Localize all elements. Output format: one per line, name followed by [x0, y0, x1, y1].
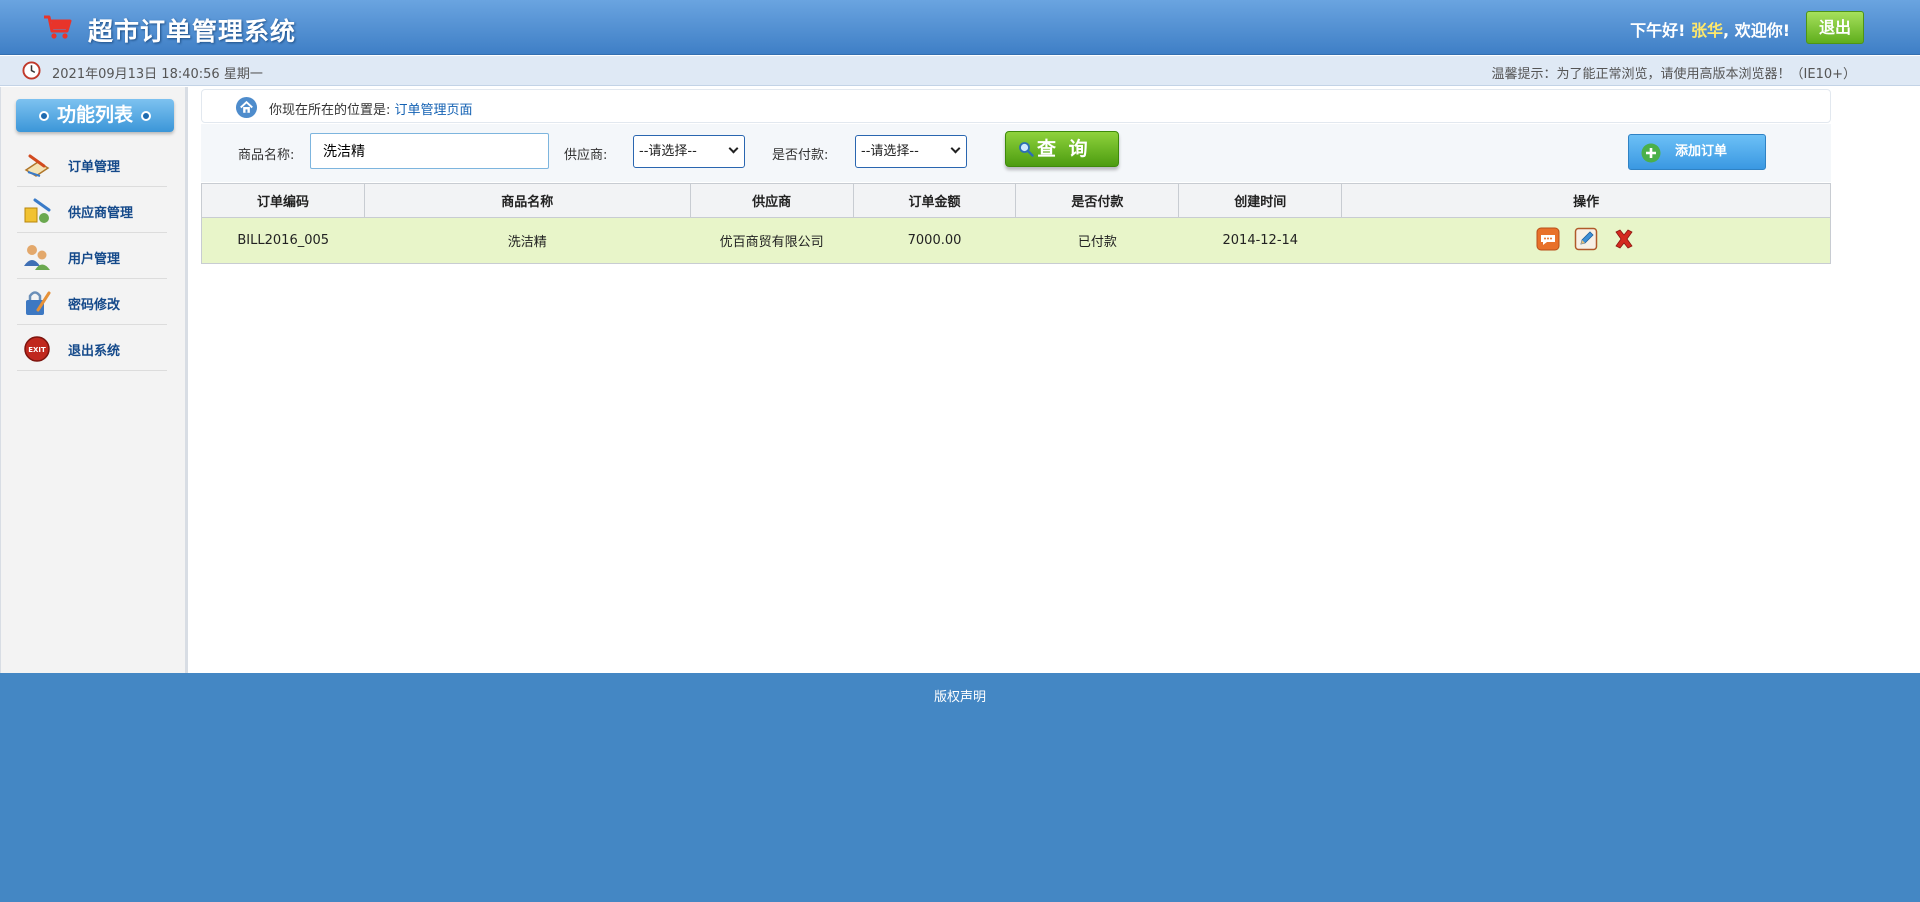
app-title: 超市订单管理系统 [88, 17, 297, 46]
function-list-label: 功能列表 [56, 104, 133, 126]
chevron-down-icon [950, 143, 961, 154]
provider-select[interactable]: --请选择-- [633, 135, 745, 168]
sidebar-item-label: 密码修改 [68, 298, 121, 313]
breadcrumb-prefix: 你现在所在的位置是: [269, 103, 391, 118]
product-name-label: 商品名称: [238, 148, 295, 163]
current-datetime: 2021年09月13日 18:40:56 星期一 [52, 67, 263, 82]
username: 张华 [1691, 21, 1724, 40]
function-menu: 订单管理 供应商管理 用户管理 密码修改 EXIT 退出系统 [17, 141, 167, 371]
cell-order-code: BILL2016_005 [201, 217, 365, 264]
cell-paid-status: 已付款 [1015, 217, 1179, 264]
bullet-icon [141, 110, 151, 121]
cell-provider: 优百商贸有限公司 [690, 217, 854, 264]
sidebar-item-orders[interactable]: 订单管理 [17, 141, 167, 187]
paid-status-select-value: --请选择-- [861, 144, 919, 159]
cell-amount: 7000.00 [853, 217, 1016, 264]
sidebar-item-label: 用户管理 [68, 252, 121, 267]
function-list-title: 功能列表 [16, 99, 174, 132]
sidebar-item-label: 订单管理 [68, 160, 121, 175]
search-icon [1019, 142, 1034, 157]
shopping-cart-icon [44, 15, 72, 39]
search-panel: 商品名称: 供应商: --请选择-- 是否付款: --请选择-- 查 询 添加订… [201, 124, 1831, 182]
product-name-input[interactable] [310, 133, 549, 169]
sidebar-item-users[interactable]: 用户管理 [17, 233, 167, 279]
column-header-created: 创建时间 [1178, 183, 1343, 218]
greeting-prefix: 下午好! [1630, 21, 1686, 40]
query-button[interactable]: 查 询 [1005, 131, 1119, 167]
svg-text:EXIT: EXIT [28, 346, 46, 354]
provider-select-value: --请选择-- [639, 144, 697, 159]
plus-icon [1641, 143, 1661, 163]
provider-label: 供应商: [564, 148, 608, 163]
password-icon [26, 291, 51, 315]
status-bar: 2021年09月13日 18:40:56 星期一 温馨提示：为了能正常浏览，请使… [0, 56, 1920, 86]
delete-icon[interactable] [1612, 227, 1636, 251]
users-icon [24, 245, 50, 270]
table-header-row: 订单编码 商品名称 供应商 订单金额 是否付款 创建时间 操作 [201, 183, 1831, 218]
supplier-icon [24, 198, 51, 223]
sidebar-item-exit[interactable]: EXIT 退出系统 [17, 325, 167, 371]
cell-created-date: 2014-12-14 [1178, 217, 1342, 264]
bullet-icon [38, 110, 49, 121]
breadcrumb-text: 你现在所在的位置是: 订单管理页面 [269, 99, 473, 118]
column-header-code: 订单编码 [201, 183, 365, 218]
query-button-label: 查 询 [1037, 138, 1091, 160]
cell-actions [1341, 217, 1831, 264]
order-icon [24, 154, 50, 177]
breadcrumb-current[interactable]: 订单管理页面 [395, 103, 473, 118]
chevron-down-icon [728, 143, 739, 154]
logout-button[interactable]: 退出 [1806, 11, 1864, 44]
column-header-paid: 是否付款 [1015, 183, 1180, 218]
column-header-amount: 订单金额 [852, 183, 1017, 218]
column-header-provider: 供应商 [689, 183, 854, 218]
copyright-link[interactable]: 版权声明 [0, 686, 1920, 705]
cell-product-name: 洗洁精 [364, 217, 691, 264]
sidebar-item-label: 供应商管理 [68, 206, 134, 221]
add-order-label: 添加订单 [1675, 144, 1728, 159]
greeting-suffix: , 欢迎你! [1723, 21, 1790, 40]
sidebar-item-suppliers[interactable]: 供应商管理 [17, 187, 167, 233]
sidebar-item-password[interactable]: 密码修改 [17, 279, 167, 325]
paid-status-select[interactable]: --请选择-- [855, 135, 967, 168]
view-icon[interactable] [1536, 227, 1560, 251]
home-icon [235, 96, 258, 119]
column-header-product: 商品名称 [363, 183, 691, 218]
footer: 版权声明 [0, 673, 1920, 902]
breadcrumb: 你现在所在的位置是: 订单管理页面 [201, 89, 1831, 123]
column-header-actions: 操作 [1341, 183, 1831, 218]
paid-status-label: 是否付款: [772, 148, 829, 163]
add-order-button[interactable]: 添加订单 [1628, 134, 1766, 170]
sidebar: 功能列表 订单管理 供应商管理 用户管理 密码修改 EXIT 退出系统 [0, 87, 188, 673]
user-greeting: 下午好! 张华, 欢迎你! [1630, 17, 1790, 41]
table-row: BILL2016_005 洗洁精 优百商贸有限公司 7000.00 已付款 20… [201, 217, 1831, 264]
orders-table: 订单编码 商品名称 供应商 订单金额 是否付款 创建时间 操作 BILL2016… [201, 183, 1831, 264]
sidebar-item-label: 退出系统 [68, 344, 121, 359]
exit-icon: EXIT [24, 336, 50, 362]
clock-icon [22, 61, 41, 80]
top-header: 超市订单管理系统 下午好! 张华, 欢迎你! 退出 [0, 0, 1920, 55]
browser-tip: 温馨提示：为了能正常浏览，请使用高版本浏览器！（IE10+） [1491, 67, 1856, 82]
edit-icon[interactable] [1574, 227, 1598, 251]
